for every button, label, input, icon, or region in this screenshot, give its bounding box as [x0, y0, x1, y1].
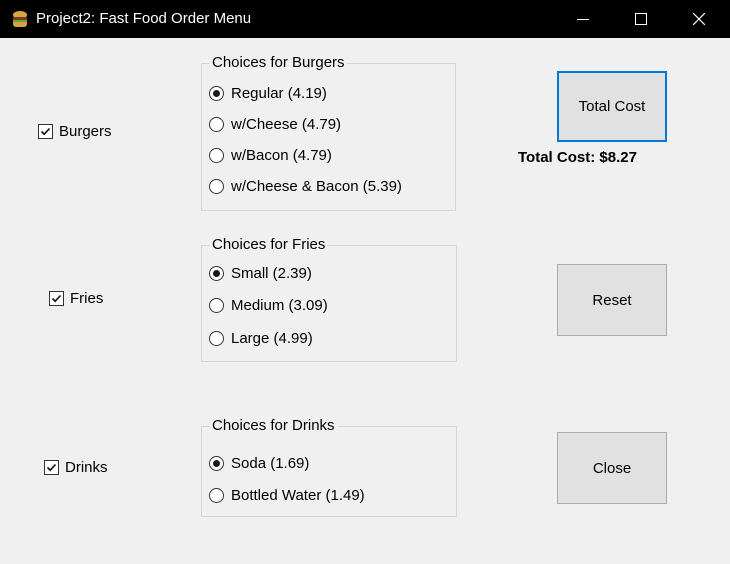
total-cost-button[interactable]: Total Cost: [557, 71, 667, 142]
checkmark-icon: [51, 294, 62, 303]
radio-label: w/Cheese & Bacon (5.39): [231, 178, 402, 195]
fries-checkbox[interactable]: Fries: [49, 290, 103, 307]
window-title: Project2: Fast Food Order Menu: [36, 10, 252, 27]
drinks-checkbox-label: Drinks: [65, 459, 108, 476]
burgers-checkbox[interactable]: Burgers: [38, 123, 112, 140]
close-icon: [693, 13, 705, 25]
drinks-group-title: Choices for Drinks: [210, 417, 337, 434]
close-button[interactable]: Close: [557, 432, 667, 504]
radio-circle[interactable]: [209, 117, 224, 132]
radio-label: w/Bacon (4.79): [231, 147, 332, 164]
fries-group-title: Choices for Fries: [210, 236, 328, 253]
minimize-button[interactable]: [554, 0, 612, 38]
fries-choices-group: Choices for Fries Small (2.39) Medium (3…: [201, 236, 457, 362]
radio-circle[interactable]: [209, 179, 224, 194]
minimize-icon: [577, 19, 589, 20]
checkbox-box[interactable]: [49, 291, 64, 306]
maximize-icon: [635, 13, 647, 25]
radio-label: Soda (1.69): [231, 455, 310, 472]
checkmark-icon: [46, 463, 57, 472]
radio-circle[interactable]: [209, 456, 224, 471]
radio-fries-large[interactable]: Large (4.99): [209, 330, 313, 347]
burgers-checkbox-label: Burgers: [59, 123, 112, 140]
radio-label: Regular (4.19): [231, 85, 327, 102]
radio-drink-soda[interactable]: Soda (1.69): [209, 455, 309, 472]
radio-label: Bottled Water (1.49): [231, 487, 365, 504]
checkbox-box[interactable]: [44, 460, 59, 475]
radio-label: w/Cheese (4.79): [231, 116, 342, 133]
checkmark-icon: [40, 127, 51, 136]
reset-button[interactable]: Reset: [557, 264, 667, 336]
radio-burger-bacon[interactable]: w/Bacon (4.79): [209, 147, 332, 164]
radio-circle[interactable]: [209, 298, 224, 313]
radio-label: Medium (3.09): [231, 297, 328, 314]
fries-checkbox-label: Fries: [70, 290, 104, 307]
checkbox-box[interactable]: [38, 124, 53, 139]
burgers-choices-group: Choices for Burgers Regular (4.19) w/Che…: [201, 54, 456, 211]
burgers-group-title: Choices for Burgers: [210, 54, 347, 71]
total-cost-label: Total Cost: $8.27: [518, 149, 637, 166]
radio-burger-cheese-bacon[interactable]: w/Cheese & Bacon (5.39): [209, 178, 402, 195]
radio-fries-small[interactable]: Small (2.39): [209, 265, 312, 282]
drinks-checkbox[interactable]: Drinks: [44, 459, 108, 476]
radio-label: Large (4.99): [231, 330, 313, 347]
radio-burger-cheese[interactable]: w/Cheese (4.79): [209, 116, 341, 133]
food-app-icon: [10, 9, 30, 29]
maximize-button[interactable]: [612, 0, 670, 38]
radio-circle[interactable]: [209, 86, 224, 101]
radio-circle[interactable]: [209, 266, 224, 281]
title-bar: Project2: Fast Food Order Menu: [0, 0, 730, 38]
radio-label: Small (2.39): [231, 265, 312, 282]
radio-circle[interactable]: [209, 331, 224, 346]
radio-circle[interactable]: [209, 148, 224, 163]
radio-circle[interactable]: [209, 488, 224, 503]
close-window-button[interactable]: [670, 0, 728, 38]
radio-burger-regular[interactable]: Regular (4.19): [209, 85, 327, 102]
radio-fries-medium[interactable]: Medium (3.09): [209, 297, 328, 314]
drinks-choices-group: Choices for Drinks Soda (1.69) Bottled W…: [201, 417, 457, 517]
radio-drink-water[interactable]: Bottled Water (1.49): [209, 487, 365, 504]
